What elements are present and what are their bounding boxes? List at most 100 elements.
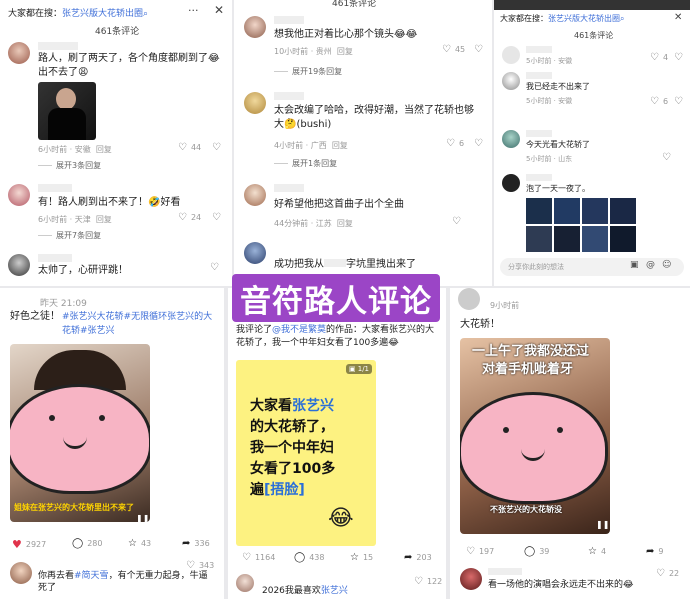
- image-icon[interactable]: ▣: [630, 260, 639, 270]
- emoji-icon[interactable]: ☺: [662, 260, 671, 270]
- crying-laugh-emoji-icon: 😂: [328, 506, 354, 531]
- comment-text: 成功把我从 字坑里拽出来了: [274, 259, 416, 270]
- laugh-emoji-icon: 😂: [208, 53, 220, 64]
- like-button[interactable]: ♡ 197: [466, 546, 494, 557]
- avatar[interactable]: [460, 568, 482, 590]
- trending-search[interactable]: 大家都在搜：张艺兴版大花轿出圈⌕: [8, 6, 148, 19]
- mention-link[interactable]: @我不是繁莫: [272, 325, 326, 335]
- comment-icon: ◯: [294, 552, 306, 563]
- avatar[interactable]: [10, 562, 32, 584]
- expand-replies[interactable]: 展开1条回复: [274, 158, 337, 169]
- dislike-button[interactable]: ♡: [674, 52, 683, 63]
- reply-button[interactable]: 回复: [332, 141, 348, 150]
- username-redacted: [526, 72, 552, 79]
- comment-count: 461条评论: [95, 27, 140, 37]
- comment-image-grid[interactable]: [582, 198, 636, 252]
- like-button[interactable]: ♥ 2927: [12, 538, 46, 551]
- heart-icon: ♡: [656, 568, 665, 579]
- avatar[interactable]: [8, 184, 30, 206]
- avatar[interactable]: [458, 288, 480, 310]
- dislike-button[interactable]: ♡: [212, 212, 221, 223]
- post-panel-3: 9小时前 大花轿！ 一上午了我都没还过 对着手机呲着牙 不张艺兴的大花轿没 ❚❚…: [450, 288, 690, 599]
- comment-count: 39: [539, 547, 550, 556]
- like-button[interactable]: ♡ 22: [656, 568, 679, 579]
- trending-link[interactable]: 张艺兴版大花轿出圈: [62, 9, 143, 19]
- reply-button[interactable]: 回复: [96, 215, 112, 224]
- heart-icon: ♡: [466, 546, 475, 557]
- avatar[interactable]: [244, 242, 266, 264]
- like-button[interactable]: ♡: [210, 262, 219, 273]
- comment-panel-3: 大家都在搜：张艺兴版大花轿出圈⌕ ✕ 461条评论 5小时前 · 安徽 ♡ 4 ♡…: [494, 0, 690, 286]
- trending-link[interactable]: 张艺兴版大花轿出圈: [548, 14, 620, 23]
- like-button[interactable]: ♡ 122: [414, 576, 442, 587]
- heart-icon: ♡: [662, 152, 671, 163]
- like-count: 6: [458, 139, 465, 148]
- hashtag-link[interactable]: 张艺兴: [321, 586, 348, 596]
- avatar[interactable]: [244, 92, 266, 114]
- comment-icon: ◯: [524, 546, 536, 557]
- favorite-button[interactable]: ☆ 4: [588, 546, 606, 557]
- avatar[interactable]: [502, 72, 520, 90]
- comment-button[interactable]: ◯ 280: [72, 538, 102, 549]
- comment-text: 我已经走不出来了: [526, 82, 590, 91]
- close-icon[interactable]: ✕: [674, 12, 682, 23]
- avatar[interactable]: [8, 254, 30, 276]
- overlay-text-2: 对着手机呲着牙: [482, 362, 574, 377]
- avatar[interactable]: [8, 42, 30, 64]
- like-button[interactable]: ♡ 6: [446, 138, 464, 149]
- post-tags[interactable]: #张艺兴大花轿#无限循环张艺兴的大花轿#张艺兴: [62, 310, 218, 338]
- video-thumbnail[interactable]: 一上午了我都没还过 对着手机呲着牙 不张艺兴的大花轿没 ❚❚: [460, 338, 610, 534]
- avatar[interactable]: [502, 174, 520, 192]
- video-thumbnail[interactable]: 姐妹在张艺兴的大花轿里出不来了 ❚❚: [10, 344, 150, 522]
- comment-button[interactable]: ◯ 438: [294, 552, 324, 563]
- dislike-button[interactable]: ♡: [674, 96, 683, 107]
- reply-button[interactable]: 回复: [337, 47, 353, 56]
- share-count: 203: [416, 553, 432, 562]
- comment-meta: 6小时前 · 安徽 回复: [38, 145, 112, 154]
- like-button[interactable]: ♡ 24: [178, 212, 201, 223]
- mention-icon[interactable]: @: [646, 260, 655, 270]
- like-button[interactable]: ♡: [662, 152, 671, 163]
- expand-replies[interactable]: 展开3条回复: [38, 160, 101, 171]
- reply-button[interactable]: 回复: [96, 145, 112, 154]
- pause-icon[interactable]: ❚❚: [136, 514, 149, 522]
- pause-icon[interactable]: ❚❚: [596, 520, 609, 529]
- dislike-button[interactable]: ♡: [474, 138, 483, 149]
- comment-image-grid[interactable]: [526, 198, 580, 252]
- avatar[interactable]: [236, 574, 254, 592]
- post-time: 昨天 21:09: [40, 299, 87, 309]
- like-button[interactable]: ♡ 4: [650, 52, 668, 63]
- comment-text: 好希望他把这首曲子出个全曲: [274, 199, 404, 210]
- like-button[interactable]: ♡ 343: [186, 560, 214, 571]
- reply-button[interactable]: 回复: [337, 219, 353, 228]
- like-button[interactable]: ♡ 6: [650, 96, 668, 107]
- like-button[interactable]: ♡: [452, 216, 461, 227]
- trending-search[interactable]: 大家都在搜：张艺兴版大花轿出圈⌕: [500, 13, 624, 24]
- image-card[interactable]: ▣ 1/1 大家看张艺兴 的大花轿了， 我一个中年妇 女看了100多 遍[捂脸]…: [236, 360, 376, 546]
- share-button[interactable]: ➦ 336: [182, 538, 210, 549]
- comment-image[interactable]: [38, 82, 96, 140]
- expand-replies[interactable]: 展开7条回复: [38, 230, 101, 241]
- favorite-button[interactable]: ☆ 15: [350, 552, 373, 563]
- more-icon[interactable]: ···: [188, 4, 199, 17]
- like-count: 1164: [254, 553, 276, 562]
- avatar[interactable]: [502, 130, 520, 148]
- like-button[interactable]: ♡ 44: [178, 142, 201, 153]
- like-button[interactable]: ♡ 45: [442, 44, 465, 55]
- comment-button[interactable]: ◯ 39: [524, 546, 549, 557]
- share-button[interactable]: ➦ 203: [404, 552, 432, 563]
- dislike-button[interactable]: ♡: [212, 142, 221, 153]
- share-button[interactable]: ➦ 9: [646, 546, 663, 557]
- username-redacted: [274, 16, 304, 24]
- avatar[interactable]: [502, 46, 520, 64]
- avatar[interactable]: [244, 184, 266, 206]
- comment-input[interactable]: 分享你此刻的想法 ▣ @ ☺: [500, 258, 684, 276]
- close-icon[interactable]: ✕: [214, 3, 224, 17]
- favorite-button[interactable]: ☆ 43: [128, 538, 151, 549]
- emoji-icon: 🤣: [148, 197, 161, 208]
- hashtag-link[interactable]: #简天雪: [74, 571, 109, 581]
- expand-replies[interactable]: 展开19条回复: [274, 66, 342, 77]
- avatar[interactable]: [244, 16, 266, 38]
- dislike-button[interactable]: ♡: [474, 44, 483, 55]
- like-button[interactable]: ♡ 1164: [242, 552, 275, 563]
